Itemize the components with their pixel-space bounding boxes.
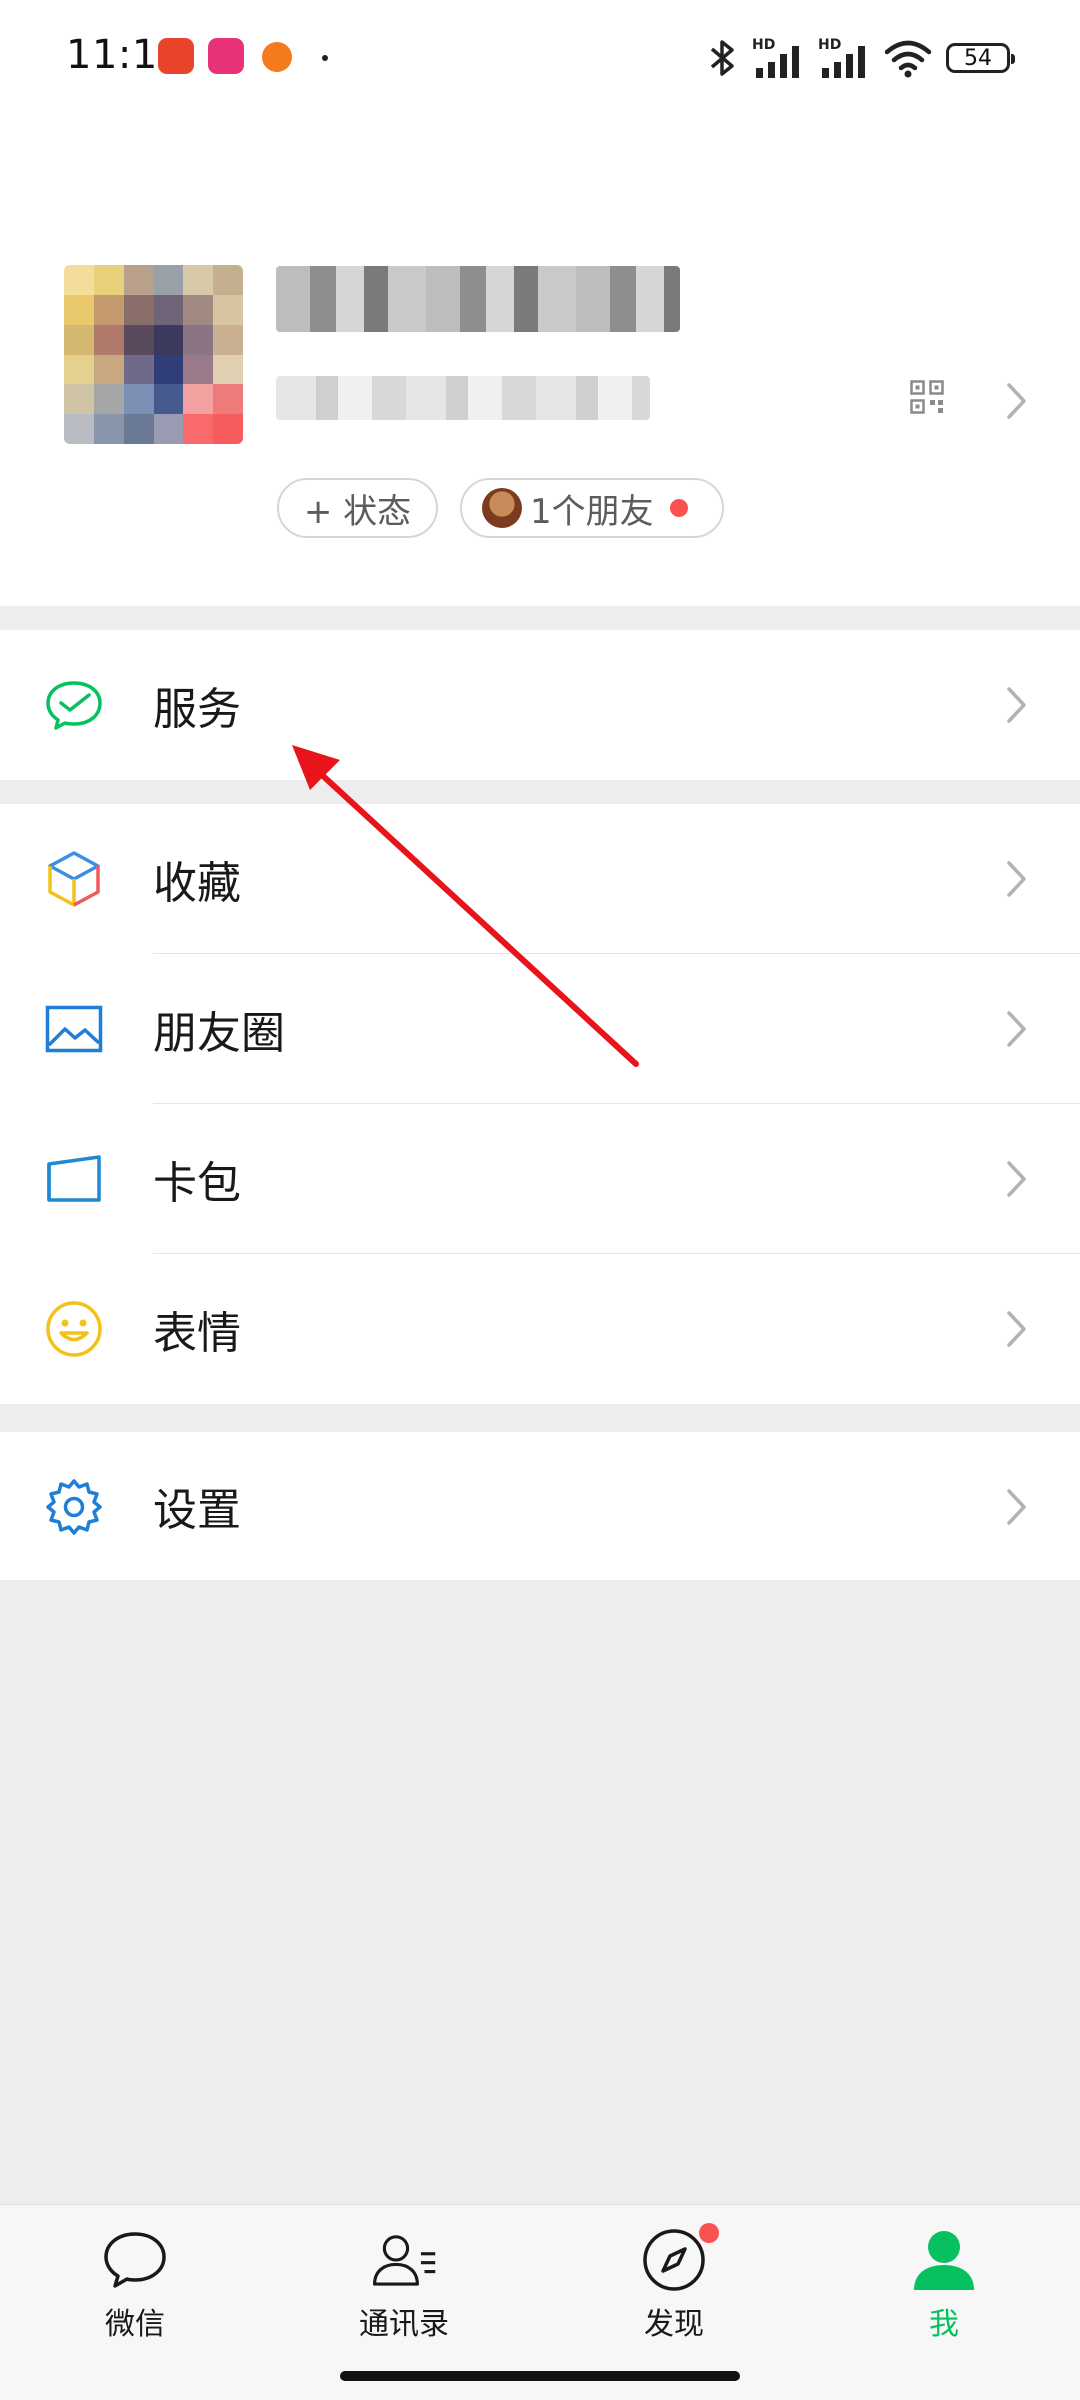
cube-favorites-icon xyxy=(44,851,104,907)
menu-group-settings: 设置 xyxy=(0,1432,1080,1580)
bluetooth-icon xyxy=(710,40,734,76)
chevron-right-icon xyxy=(1007,383,1026,419)
wechat-id-blurred xyxy=(276,376,650,420)
menu-group-main: 收藏 朋友圈 卡包 表情 xyxy=(0,804,1080,1404)
home-indicator[interactable] xyxy=(340,2371,740,2381)
menu-item-card-wallet[interactable]: 卡包 xyxy=(0,1104,1080,1254)
chevron-right-icon xyxy=(1007,1489,1026,1525)
menu-group-services: 服务 xyxy=(0,630,1080,780)
menu-item-moments[interactable]: 朋友圈 xyxy=(0,954,1080,1104)
add-status-label: + 状态 xyxy=(303,491,412,532)
wechat-pay-check-icon xyxy=(44,677,104,733)
avatar[interactable] xyxy=(64,265,243,444)
friends-status-label: 1个朋友 xyxy=(530,491,654,532)
menu-label-services: 服务 xyxy=(153,684,241,735)
menu-label-stickers: 表情 xyxy=(153,1308,241,1359)
friends-status-button[interactable]: 1个朋友 xyxy=(460,478,724,538)
chevron-right-icon xyxy=(1007,1311,1026,1347)
tab-contacts[interactable]: 通讯录 xyxy=(324,2227,484,2343)
hd-label-2: HD xyxy=(818,37,841,53)
smiley-sticker-icon xyxy=(44,1301,104,1357)
hd-label: HD xyxy=(752,37,775,53)
chevron-right-icon xyxy=(1007,1011,1026,1047)
status-bar: 11:16 HD HD 54 xyxy=(0,0,1080,118)
battery-indicator: 54 xyxy=(946,43,1015,73)
gear-icon xyxy=(44,1479,104,1535)
chat-bubble-icon xyxy=(102,2227,168,2293)
tab-chats[interactable]: 微信 xyxy=(55,2227,215,2343)
tab-discover[interactable]: 发现 xyxy=(594,2223,754,2343)
add-status-button[interactable]: + 状态 xyxy=(277,478,438,538)
card-wallet-icon xyxy=(44,1151,104,1207)
status-indicators: HD HD 54 xyxy=(708,36,1015,80)
menu-label-card-wallet: 卡包 xyxy=(153,1158,241,1209)
tab-label-me: 我 xyxy=(929,2307,959,2342)
qr-code-icon[interactable] xyxy=(910,380,944,414)
moments-picture-icon xyxy=(44,1001,104,1057)
contacts-icon xyxy=(371,2227,437,2293)
menu-label-moments: 朋友圈 xyxy=(153,1008,285,1059)
taobao-app-icon xyxy=(158,38,194,74)
unread-dot-icon xyxy=(669,499,688,517)
pinduoduo-app-icon xyxy=(208,38,244,74)
compass-icon xyxy=(641,2223,719,2293)
menu-item-favorites[interactable]: 收藏 xyxy=(0,804,1080,954)
more-notifications-dot-icon xyxy=(322,55,328,61)
menu-label-settings: 设置 xyxy=(153,1485,241,1536)
tab-label-discover: 发现 xyxy=(644,2307,704,2342)
signal-hd-icon-2: HD xyxy=(818,37,865,78)
chevron-right-icon xyxy=(1007,687,1026,723)
tab-label-contacts: 通讯录 xyxy=(359,2307,449,2342)
nickname-blurred xyxy=(276,266,680,332)
menu-item-services[interactable]: 服务 xyxy=(0,630,1080,780)
orange-app-icon xyxy=(262,42,292,72)
signal-hd-icon: HD xyxy=(752,37,799,78)
battery-level: 54 xyxy=(964,45,992,71)
wifi-icon xyxy=(884,40,932,78)
tab-label-chats: 微信 xyxy=(105,2307,165,2342)
chevron-right-icon xyxy=(1007,1161,1026,1197)
chevron-right-icon xyxy=(1007,861,1026,897)
person-icon xyxy=(911,2227,977,2293)
menu-item-stickers[interactable]: 表情 xyxy=(0,1254,1080,1404)
menu-label-favorites: 收藏 xyxy=(153,858,241,909)
discover-badge-dot xyxy=(699,2223,719,2243)
friend-avatar xyxy=(482,488,522,528)
menu-item-settings[interactable]: 设置 xyxy=(0,1432,1080,1580)
profile-header[interactable]: + 状态 1个朋友 xyxy=(0,118,1080,606)
tab-me[interactable]: 我 xyxy=(864,2227,1024,2343)
